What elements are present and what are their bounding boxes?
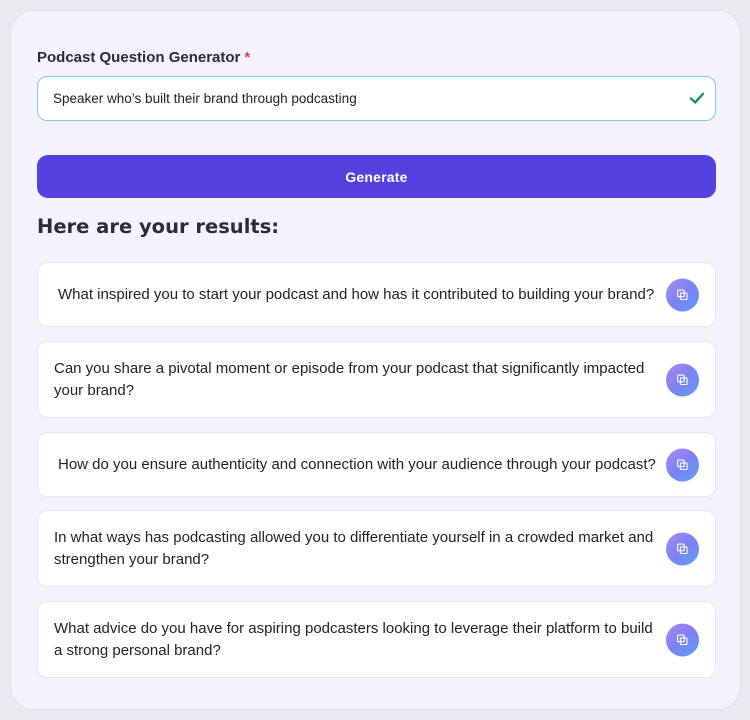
copy-icon [677, 289, 688, 300]
generate-button[interactable]: Generate [37, 155, 716, 198]
result-text: In what ways has podcasting allowed you … [54, 528, 654, 568]
copy-icon [677, 543, 688, 554]
result-item: Can you share a pivotal moment or episod… [37, 341, 716, 418]
checkmark-icon [689, 92, 705, 104]
topic-input[interactable] [38, 77, 678, 120]
results-heading: Here are your results: [37, 215, 280, 238]
copy-icon [677, 374, 688, 385]
copy-button[interactable] [666, 363, 699, 396]
result-text: What advice do you have for aspiring pod… [54, 619, 653, 659]
topic-input-wrapper [37, 76, 716, 121]
generator-card: Podcast Question Generator* Generate Her… [10, 10, 741, 710]
copy-icon [677, 634, 688, 645]
result-item: What inspired you to start your podcast … [37, 262, 716, 327]
result-text: How do you ensure authenticity and conne… [58, 455, 656, 473]
result-item: How do you ensure authenticity and conne… [37, 432, 716, 497]
field-label-text: Podcast Question Generator [37, 49, 241, 66]
copy-button[interactable] [666, 532, 699, 565]
copy-icon [677, 459, 688, 470]
copy-button[interactable] [666, 448, 699, 481]
copy-button[interactable] [666, 278, 699, 311]
required-mark: * [244, 49, 251, 66]
result-text: What inspired you to start your podcast … [58, 285, 655, 303]
result-item: What advice do you have for aspiring pod… [37, 601, 716, 678]
copy-button[interactable] [666, 623, 699, 656]
result-item: In what ways has podcasting allowed you … [37, 510, 716, 587]
field-label: Podcast Question Generator * [37, 49, 250, 66]
result-text: Can you share a pivotal moment or episod… [54, 359, 645, 399]
